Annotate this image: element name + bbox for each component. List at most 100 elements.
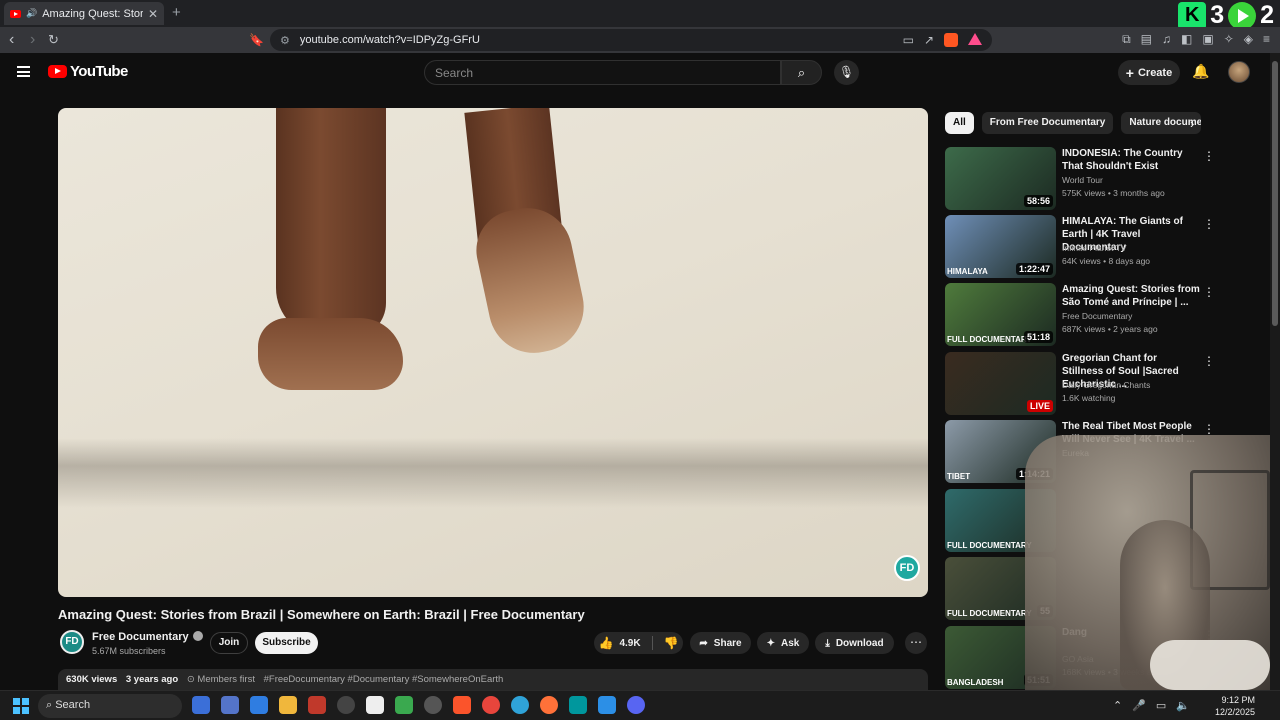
voice-search-button[interactable]: 🎙 (834, 60, 859, 85)
ask-button[interactable]: ✦ Ask (757, 632, 809, 654)
discord-icon[interactable] (627, 696, 645, 714)
close-tab-icon[interactable]: ✕ (148, 7, 158, 21)
url-actions: ▭ ↗ (903, 33, 982, 47)
like-count[interactable]: 4.9K (619, 638, 640, 649)
r-app-icon[interactable] (250, 696, 268, 714)
teams-app-icon[interactable] (221, 696, 239, 714)
download-button[interactable]: ⤓ Download (815, 632, 894, 654)
recommendation-channel[interactable]: Infinite Planet TV (1062, 243, 1127, 253)
capcut-icon[interactable] (366, 696, 384, 714)
more-options-icon[interactable]: ⋮ (1203, 422, 1215, 436)
recommendation-card[interactable]: LIVE Gregorian Chant for Stillness of Sou… (945, 352, 1215, 415)
k-extension-icon[interactable]: K (1178, 1, 1207, 30)
chip-from-channel[interactable]: From Free Documentary (981, 112, 1114, 134)
page-scrollbar[interactable] (1270, 53, 1280, 690)
taskbar-clock[interactable]: 9:12 PM 12/2/2025 (1215, 694, 1255, 718)
video-thumbnail[interactable]: LIVE (945, 352, 1056, 415)
back-arrow-icon[interactable]: ‹ (9, 31, 14, 49)
leo-ai-icon[interactable]: ✧ (1224, 32, 1234, 47)
search-input[interactable]: Search (424, 60, 781, 85)
reader-icon[interactable]: ▤ (1141, 32, 1152, 47)
media-icon[interactable]: ♫ (1162, 32, 1171, 47)
edge-icon[interactable] (511, 696, 529, 714)
account-avatar[interactable] (1228, 61, 1250, 83)
chip-all[interactable]: All (945, 112, 974, 134)
share-label: Share (713, 637, 742, 649)
vpn-app-icon[interactable] (395, 696, 413, 714)
thumbs-down-icon[interactable]: 👎 (664, 636, 679, 650)
brave-shield-icon[interactable] (944, 33, 958, 47)
thumbnail-label: FULL DOCUMENTARY (947, 609, 1032, 618)
channel-name[interactable]: Free Documentary (92, 631, 203, 643)
search-button[interactable]: ⌕ (781, 60, 822, 85)
notifications-bell-icon[interactable]: 🔔 (1192, 63, 1209, 80)
recommendation-channel[interactable]: Daily Gregorian Chants (1062, 380, 1150, 390)
recommendation-card[interactable]: FULL DOCUMENTARY 51:18 Amazing Quest: Stor… (945, 283, 1215, 346)
site-settings-icon[interactable]: ⚙ (280, 34, 290, 47)
video-thumbnail[interactable]: FULL DOCUMENTARY 51:18 (945, 283, 1056, 346)
network-app-icon[interactable] (192, 696, 210, 714)
vpn-icon[interactable]: ◈ (1244, 32, 1253, 47)
extensions-icon[interactable]: ⧉ (1122, 32, 1131, 47)
more-options-icon[interactable]: ⋮ (1203, 354, 1215, 368)
video-thumbnail[interactable]: HIMALAYA 1:22:47 (945, 215, 1056, 278)
channel-avatar[interactable]: FD (60, 630, 84, 654)
wallet-icon[interactable]: ▣ (1202, 32, 1213, 47)
create-label: Create (1137, 66, 1173, 79)
recommendation-channel[interactable]: World Tour (1062, 175, 1103, 185)
recommendation-channel[interactable]: Free Documentary (1062, 311, 1132, 321)
chevron-right-icon[interactable]: › (1190, 116, 1194, 131)
chrome-icon[interactable] (482, 696, 500, 714)
brave-browser-icon[interactable] (453, 696, 471, 714)
sidebar-icon[interactable]: ◧ (1181, 32, 1192, 47)
cast-icon[interactable]: ▭ (903, 33, 914, 47)
join-button[interactable]: Join (210, 632, 248, 654)
speed-app-icon[interactable] (337, 696, 355, 714)
brave-rewards-icon[interactable] (968, 33, 982, 45)
arduino-icon[interactable] (569, 696, 587, 714)
more-options-icon[interactable]: ⋮ (1203, 217, 1215, 231)
scroll-thumb[interactable] (1272, 61, 1278, 326)
file-explorer-icon[interactable] (279, 696, 297, 714)
obs-icon[interactable] (424, 696, 442, 714)
video-player[interactable]: FD (58, 108, 928, 597)
more-options-icon[interactable]: ⋮ (1203, 285, 1215, 299)
thumbs-up-icon[interactable]: 👍 (598, 636, 613, 650)
channel-watermark[interactable]: FD (894, 555, 920, 581)
volume-icon[interactable]: 🔈 (1176, 699, 1190, 712)
windows-taskbar: ⌕ Search ⌃ 🎤 ▭ 🔈 9:12 PM 12/2/2025 (0, 690, 1280, 720)
forward-arrow-icon[interactable]: › (30, 31, 35, 49)
more-actions-button[interactable]: ⋯ (905, 632, 927, 654)
browser-tab[interactable]: 🔊 Amazing Quest: Stories from ✕ (4, 2, 164, 25)
description-box[interactable]: 630K views 3 years ago ⊙ Members first #… (58, 669, 928, 691)
youtube-play-logo-icon (48, 65, 67, 78)
firefox-icon[interactable] (540, 696, 558, 714)
url-field[interactable]: ⚙ youtube.com/watch?v=IDPyZg-GFrU ▭ ↗ (270, 29, 992, 51)
members-first-text: Members first (197, 674, 255, 685)
new-tab-button[interactable]: + (172, 4, 181, 21)
share-icon[interactable]: ↗ (924, 33, 934, 47)
share-button[interactable]: ➦ Share (690, 632, 751, 654)
play-extension-icon[interactable] (1228, 1, 1257, 30)
hashtags[interactable]: #FreeDocumentary #Documentary #Somewhere… (264, 674, 504, 685)
display-icon[interactable]: ▭ (1156, 699, 1166, 712)
windows-start-icon[interactable] (13, 698, 29, 714)
create-button[interactable]: + Create (1118, 60, 1180, 85)
youtube-logo[interactable]: YouTube (48, 63, 128, 80)
taskbar-search[interactable]: ⌕ Search (38, 694, 182, 718)
bookmark-icon[interactable]: 🔖 (249, 33, 264, 47)
more-options-icon[interactable]: ⋮ (1203, 149, 1215, 163)
microphone-tray-icon[interactable]: 🎤 (1132, 699, 1146, 712)
vscode-icon[interactable] (598, 696, 616, 714)
recommendation-title[interactable]: INDONESIA: The Country That Shouldn't Ex… (1062, 147, 1200, 173)
recommendation-card[interactable]: HIMALAYA 1:22:47 HIMALAYA: The Giants of E… (945, 215, 1215, 278)
subscribe-button[interactable]: Subscribe (255, 632, 318, 654)
news-app-icon[interactable] (308, 696, 326, 714)
reload-icon[interactable]: ↻ (48, 32, 59, 48)
recommendation-title[interactable]: Amazing Quest: Stories from São Tomé and… (1062, 283, 1200, 309)
menu-icon[interactable]: ≡ (1263, 32, 1270, 47)
video-thumbnail[interactable]: 58:56 (945, 147, 1056, 210)
hamburger-menu-icon[interactable] (17, 66, 30, 77)
recommendation-card[interactable]: 58:56 INDONESIA: The Country That Shouldn… (945, 147, 1215, 210)
chevron-up-icon[interactable]: ⌃ (1113, 699, 1122, 712)
